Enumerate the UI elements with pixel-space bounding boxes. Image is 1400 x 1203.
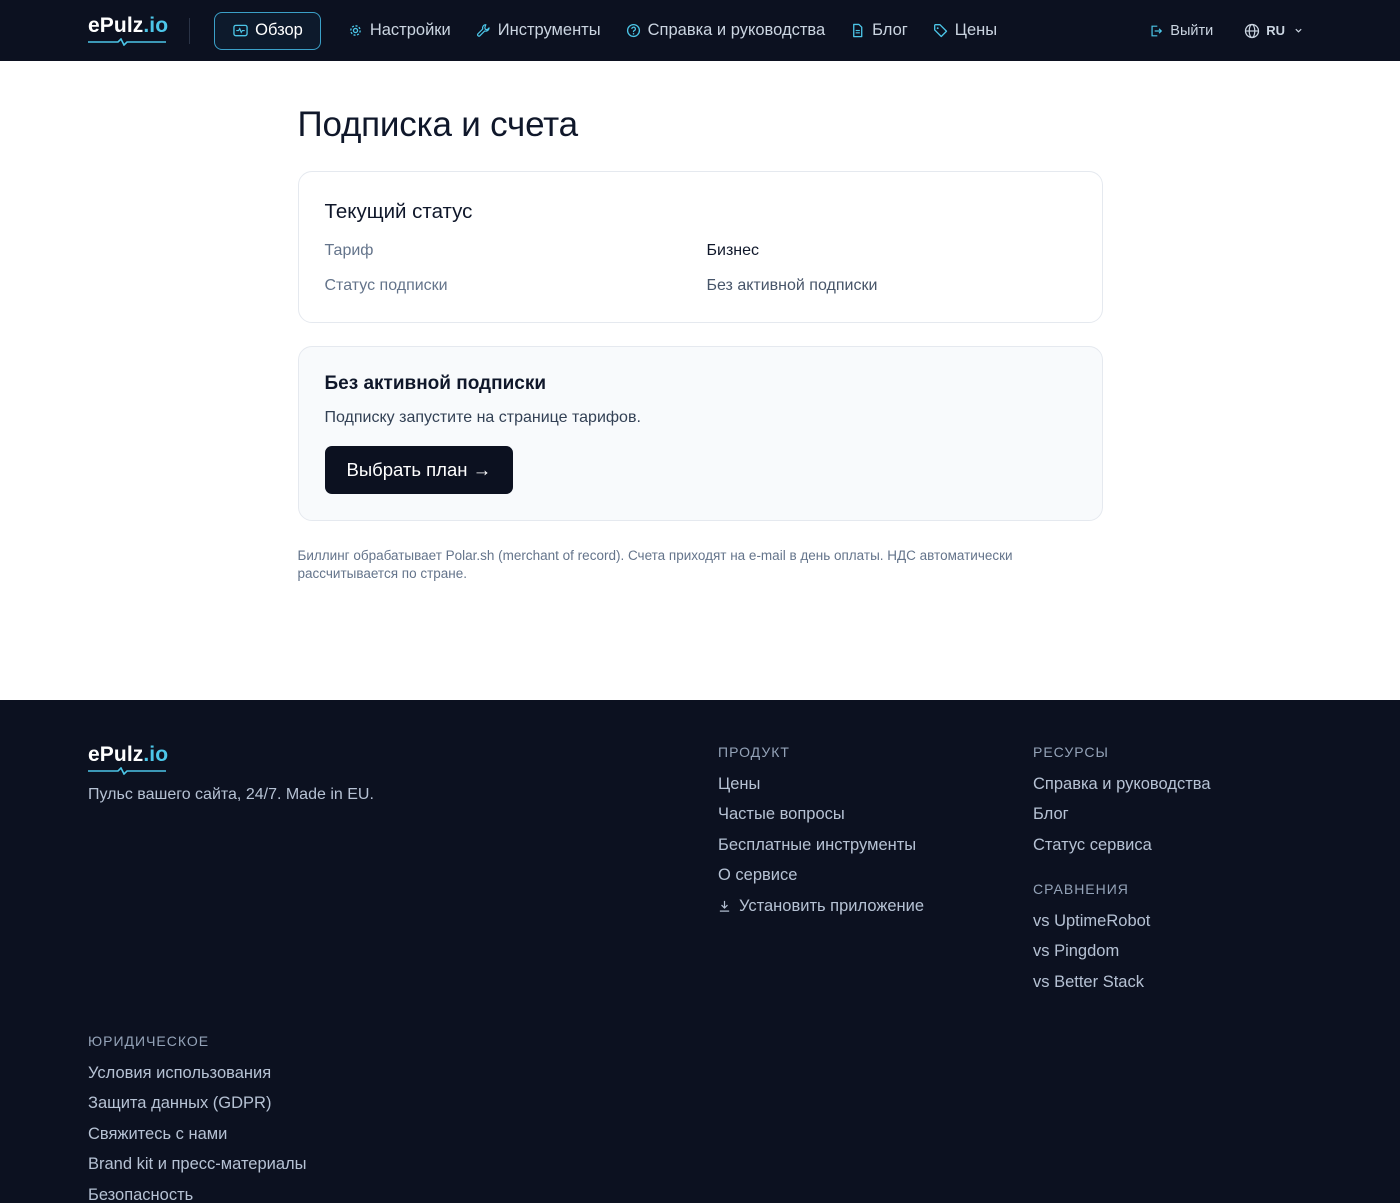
footer-column-resources: РЕСУРСЫ Справка и руководства Блог Стату…	[1033, 744, 1211, 1003]
main-content: Подписка и счета Текущий статус Тариф Би…	[297, 61, 1103, 700]
footer-link-help[interactable]: Справка и руководства	[1033, 774, 1211, 794]
status-details: Тариф Бизнес Статус подписки Без активно…	[325, 242, 1076, 295]
footer-link-free-tools[interactable]: Бесплатные инструменты	[718, 835, 924, 855]
footer-link-faq[interactable]: Частые вопросы	[718, 805, 924, 825]
footer-tagline: Пульс вашего сайта, 24/7. Made in EU.	[88, 786, 374, 803]
no-subscription-text: Подписку запустите на странице тарифов.	[324, 409, 641, 426]
gear-icon	[349, 25, 361, 36]
nav-item-help[interactable]: Справка и руководства	[626, 12, 826, 50]
dashboard-icon	[233, 24, 248, 37]
footer-logo[interactable]: ePulz.io	[88, 744, 168, 775]
column-heading: СРАВНЕНИЯ	[1033, 881, 1129, 898]
footer-link-vs-uptimerobot[interactable]: vs UptimeRobot	[1033, 911, 1211, 931]
no-subscription-title: Без активной подписки	[324, 373, 547, 394]
logout-label: Выйти	[1170, 22, 1214, 39]
logout-button[interactable]: Выйти	[1149, 23, 1213, 39]
logo-text: ePulz	[88, 14, 144, 37]
header-right: Выйти RU	[1149, 23, 1312, 39]
nav-label: Блог	[872, 21, 908, 39]
footer-column-legal: ЮРИДИЧЕСКОЕ Условия использования Защита…	[88, 1033, 307, 1203]
nav-item-tools[interactable]: Инструменты	[476, 12, 601, 50]
tag-icon	[933, 24, 947, 38]
nav-item-overview[interactable]: Обзор	[214, 11, 321, 50]
nav-label: Справка и руководства	[647, 21, 826, 39]
logo-text: ePulz	[88, 743, 144, 766]
chevron-down-icon	[1295, 28, 1302, 33]
footer-link-brand-kit[interactable]: Brand kit и пресс-материалы	[88, 1155, 307, 1175]
wrench-icon	[476, 24, 490, 37]
footer: ePulz.io Пульс вашего сайта, 24/7. Made …	[0, 700, 1400, 1203]
footer-link-vs-pingdom[interactable]: vs Pingdom	[1033, 942, 1211, 962]
footer-link-vs-betterstack[interactable]: vs Better Stack	[1033, 972, 1211, 992]
logo[interactable]: ePulz.io	[88, 15, 168, 46]
plan-label: Тариф	[324, 242, 374, 259]
footer-link-install-app[interactable]: Установить приложение	[718, 896, 924, 916]
footer-link-gdpr[interactable]: Защита данных (GDPR)	[88, 1094, 307, 1114]
footer-link-about[interactable]: О сервисе	[718, 866, 924, 886]
nav-label: Настройки	[369, 21, 451, 39]
subscription-status-value: Без активной подписки	[706, 277, 878, 294]
document-icon	[853, 23, 863, 38]
page-title: Подписка и счета	[297, 105, 579, 144]
pulse-line-icon	[88, 767, 166, 775]
logout-icon	[1151, 25, 1163, 36]
footer-link-status[interactable]: Статус сервиса	[1033, 835, 1211, 855]
globe-icon	[1245, 23, 1260, 38]
footer-link-contact[interactable]: Свяжитесь с нами	[88, 1124, 307, 1144]
language-selector[interactable]: RU	[1244, 23, 1303, 39]
nav-item-blog[interactable]: Блог	[850, 12, 908, 50]
column-heading: ЮРИДИЧЕСКОЕ	[88, 1033, 210, 1049]
logo-suffix: .io	[143, 14, 169, 37]
footer-link-pricing[interactable]: Цены	[718, 774, 924, 794]
footer-link-blog[interactable]: Блог	[1033, 805, 1211, 825]
download-icon	[719, 901, 730, 913]
pulse-line-icon	[88, 38, 166, 46]
nav-item-settings[interactable]: Настройки	[348, 12, 451, 50]
billing-note: Биллинг обрабатывает Polar.sh (merchant …	[297, 548, 1013, 581]
footer-link-terms[interactable]: Условия использования	[88, 1063, 307, 1083]
column-heading: ПРОДУКТ	[718, 744, 790, 760]
footer-column-product: ПРОДУКТ Цены Частые вопросы Бесплатные и…	[718, 744, 924, 927]
plan-value: Бизнес	[706, 242, 760, 259]
help-circle-icon	[626, 23, 640, 38]
logo-suffix: .io	[143, 743, 169, 766]
main-nav: Обзор Настройки Инструменты Справка и ру…	[214, 0, 1022, 61]
nav-item-pricing[interactable]: Цены	[933, 12, 997, 50]
nav-label: Инструменты	[497, 21, 601, 39]
footer-link-security[interactable]: Безопасность	[88, 1185, 307, 1203]
header-divider	[189, 17, 191, 44]
subscription-status-label: Статус подписки	[324, 277, 448, 294]
column-heading: РЕСУРСЫ	[1033, 744, 1109, 760]
status-card: Текущий статус Тариф Бизнес Статус подпи…	[297, 171, 1103, 323]
choose-plan-button[interactable]: Выбрать план →	[324, 446, 514, 494]
nav-label: Обзор	[255, 21, 303, 39]
top-navbar: ePulz.io Обзор Настройки Инструменты Спр…	[0, 0, 1400, 61]
language-label: RU	[1266, 23, 1285, 38]
status-card-title: Текущий статус	[324, 200, 473, 223]
no-subscription-card: Без активной подписки Подписку запустите…	[297, 346, 1103, 521]
nav-label: Цены	[954, 21, 998, 39]
